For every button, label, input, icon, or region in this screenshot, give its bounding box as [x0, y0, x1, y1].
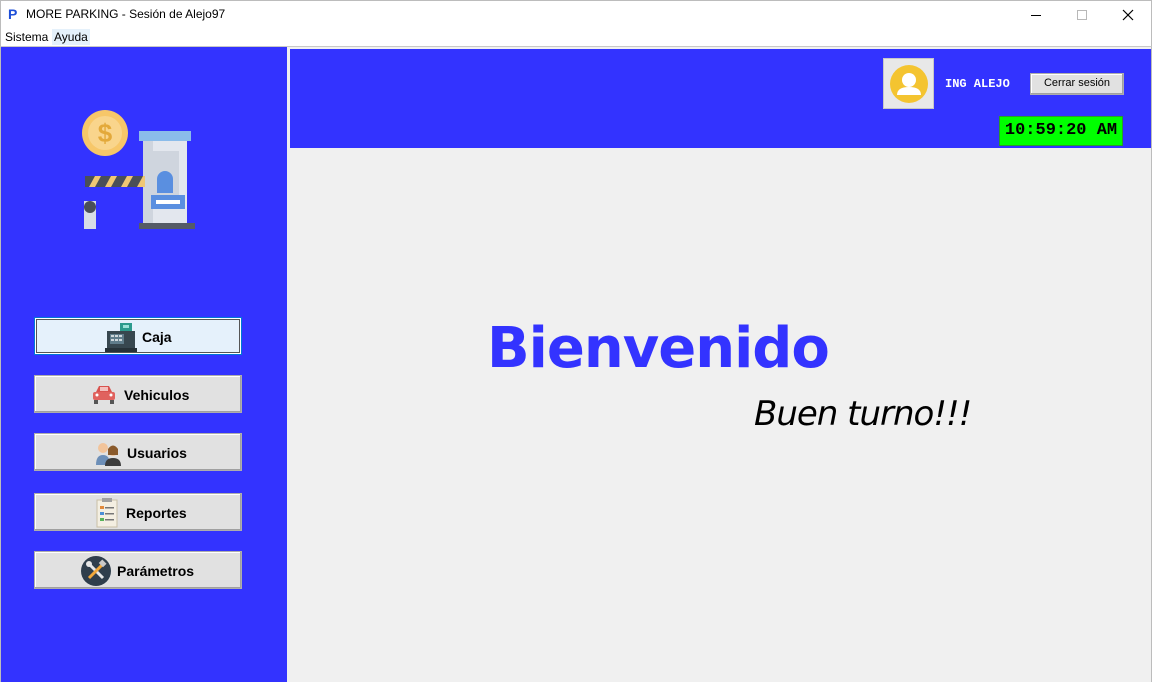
- menu-ayuda[interactable]: Ayuda: [52, 29, 90, 45]
- app-icon: P: [8, 6, 18, 22]
- sidebar-button-label: Vehiculos: [124, 387, 190, 403]
- top-header: ING ALEJO Cerrar sesión 10:59:20 AM: [290, 49, 1151, 148]
- title-bar: P MORE PARKING - Sesión de Alejo97: [0, 0, 1152, 29]
- user-avatar-icon: [890, 65, 928, 103]
- sidebar-button-usuarios[interactable]: Usuarios: [34, 433, 242, 471]
- window-title: MORE PARKING - Sesión de Alejo97: [26, 7, 226, 21]
- parking-booth-logo: $: [82, 110, 195, 229]
- maximize-button[interactable]: [1059, 1, 1105, 29]
- sidebar: $ Caja Vehiculos Usuarios Reportes Parám…: [4, 49, 285, 682]
- clock-display: 10:59:20 AM: [999, 116, 1123, 146]
- close-icon: [1122, 9, 1134, 21]
- close-button[interactable]: [1105, 1, 1151, 29]
- tools-icon: [81, 556, 111, 586]
- report-icon: [96, 498, 118, 528]
- welcome-heading: Bienvenido: [487, 316, 830, 381]
- menu-sistema[interactable]: Sistema: [3, 29, 50, 45]
- car-icon: [93, 386, 115, 404]
- sidebar-button-label: Caja: [142, 329, 172, 345]
- avatar[interactable]: [883, 58, 934, 109]
- svg-text:$: $: [98, 118, 113, 148]
- welcome-subtitle: Buen turno!!!: [754, 394, 972, 434]
- sidebar-button-caja[interactable]: Caja: [34, 317, 242, 355]
- logout-button[interactable]: Cerrar sesión: [1030, 73, 1124, 95]
- sidebar-button-label: Parámetros: [117, 563, 195, 579]
- users-icon: [96, 443, 121, 466]
- sidebar-button-vehiculos[interactable]: Vehiculos: [34, 375, 242, 413]
- sidebar-button-label: Reportes: [126, 505, 187, 521]
- cash-register-icon: [105, 323, 137, 352]
- minimize-button[interactable]: [1013, 1, 1059, 29]
- user-name: ING ALEJO: [945, 77, 1010, 91]
- sidebar-button-reportes[interactable]: Reportes: [34, 493, 242, 531]
- menu-bar: Sistema Ayuda: [0, 28, 1152, 47]
- sidebar-button-label: Usuarios: [127, 445, 187, 461]
- sidebar-button-parametros[interactable]: Parámetros: [34, 551, 242, 589]
